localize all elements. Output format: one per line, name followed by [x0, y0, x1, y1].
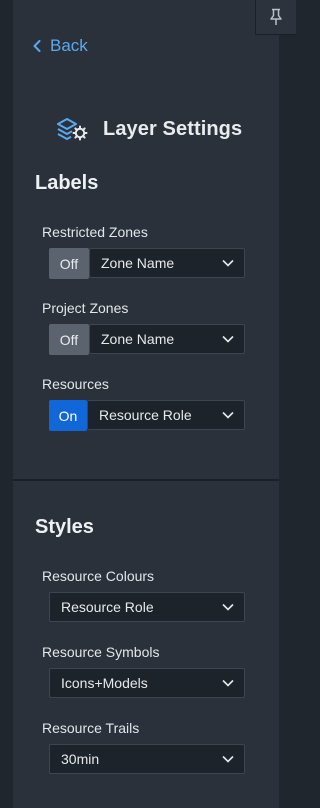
project-zones-toggle[interactable]: Off — [49, 324, 89, 355]
pin-button[interactable] — [255, 0, 296, 35]
select-value: Zone Name — [101, 331, 175, 347]
pin-icon — [270, 8, 282, 25]
select-value: Resource Role — [61, 599, 154, 615]
resource-colours-label: Resource Colours — [42, 568, 155, 584]
section-divider — [13, 479, 279, 481]
resource-trails-select[interactable]: 30min — [49, 744, 245, 774]
restricted-zones-toggle[interactable]: Off — [49, 248, 89, 279]
project-zones-label-select[interactable]: Zone Name — [89, 324, 245, 354]
labels-section-title: Labels — [35, 172, 99, 194]
select-value: Zone Name — [101, 255, 175, 271]
chevron-down-icon — [222, 603, 234, 611]
select-value: Icons+Models — [61, 675, 148, 691]
chevron-down-icon — [222, 679, 234, 687]
chevron-down-icon — [222, 259, 234, 267]
resource-trails-label: Resource Trails — [42, 720, 140, 736]
chevron-down-icon — [222, 411, 234, 419]
select-value: 30min — [61, 751, 100, 767]
layers-settings-icon — [57, 118, 88, 141]
chevron-down-icon — [222, 335, 234, 343]
resources-toggle[interactable]: On — [49, 400, 87, 431]
resource-symbols-label: Resource Symbols — [42, 644, 160, 660]
select-value: Resource Role — [99, 407, 192, 423]
resources-label-select[interactable]: Resource Role — [87, 400, 245, 430]
panel-header: Layer Settings — [55, 114, 242, 144]
resources-label: Resources — [42, 376, 109, 392]
resource-symbols-select[interactable]: Icons+Models — [49, 668, 245, 698]
restricted-zones-label: Restricted Zones — [42, 224, 148, 240]
restricted-zones-label-select[interactable]: Zone Name — [89, 248, 245, 278]
resource-colours-select[interactable]: Resource Role — [49, 592, 245, 622]
back-link[interactable]: Back — [33, 36, 88, 56]
chevron-left-icon — [33, 40, 41, 52]
back-label: Back — [50, 36, 88, 55]
styles-section-title: Styles — [35, 516, 94, 538]
project-zones-label: Project Zones — [42, 300, 129, 316]
page-title: Layer Settings — [103, 117, 243, 140]
chevron-down-icon — [222, 755, 234, 763]
